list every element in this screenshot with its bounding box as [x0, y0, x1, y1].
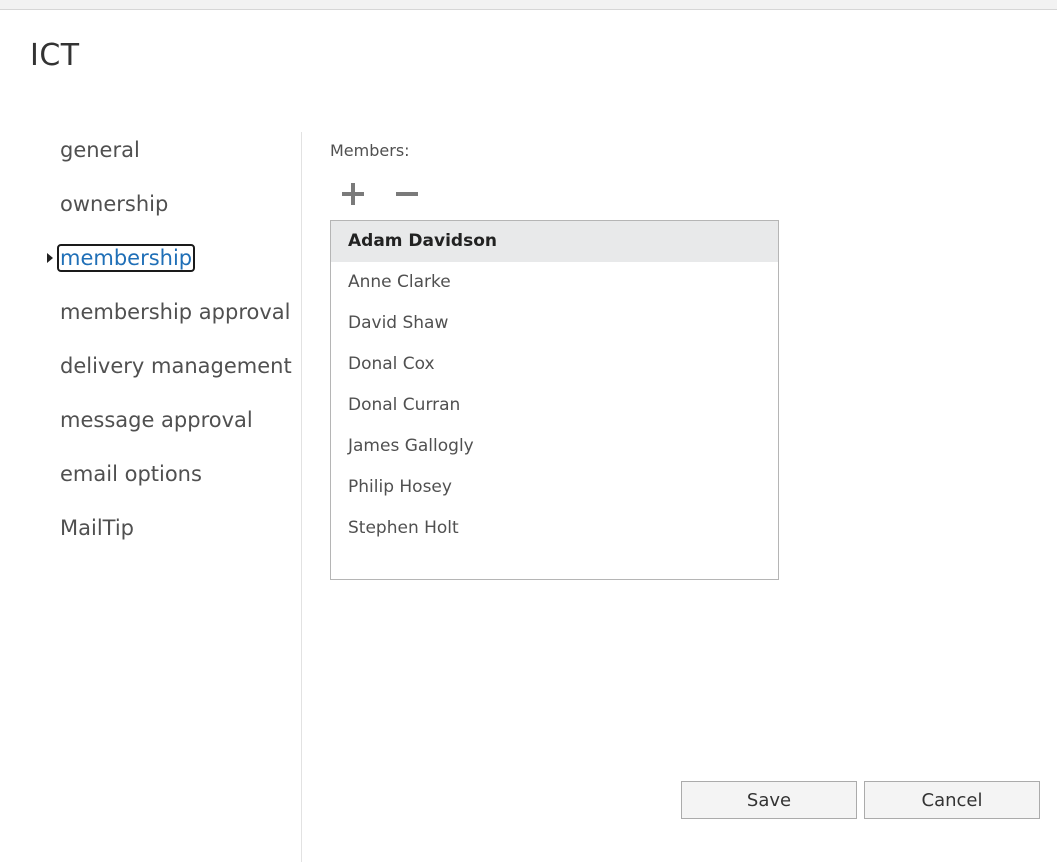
list-item[interactable]: Philip Hosey [331, 467, 778, 508]
plus-icon [342, 183, 364, 205]
minus-icon [396, 192, 418, 196]
nav-item-label: membership [56, 244, 196, 272]
list-item[interactable]: Anne Clarke [331, 262, 778, 303]
nav-item-message-approval[interactable]: message approval [60, 405, 253, 435]
save-button[interactable]: Save [681, 781, 857, 819]
nav-item-label: ownership [60, 192, 169, 216]
nav-item-general[interactable]: general [60, 135, 140, 165]
nav-item-label: delivery management [60, 354, 292, 378]
remove-member-button[interactable] [393, 180, 421, 208]
nav-item-delivery-management[interactable]: delivery management [60, 351, 292, 381]
nav-item-label: message approval [60, 408, 253, 432]
nav-item-label: MailTip [60, 516, 135, 540]
nav-item-label: email options [60, 462, 202, 486]
nav-item-label: general [60, 138, 140, 162]
dialog-title: ICT [30, 38, 80, 73]
nav-item-ownership[interactable]: ownership [60, 189, 168, 219]
list-item[interactable]: Donal Curran [331, 385, 778, 426]
selected-arrow-icon [47, 253, 53, 263]
members-list[interactable]: Adam Davidson Anne Clarke David Shaw Don… [330, 220, 779, 580]
nav-item-membership[interactable]: membership [56, 243, 196, 273]
list-item[interactable]: Donal Cox [331, 344, 778, 385]
list-item[interactable]: Stephen Holt [331, 508, 778, 549]
cancel-button[interactable]: Cancel [864, 781, 1040, 819]
nav-item-membership-approval[interactable]: membership approval [60, 297, 291, 327]
list-item[interactable]: David Shaw [331, 303, 778, 344]
list-item[interactable]: Adam Davidson [331, 221, 778, 262]
window-top-strip [0, 0, 1057, 10]
nav-item-mailtip[interactable]: MailTip [60, 513, 134, 543]
panel-divider [301, 132, 302, 862]
list-item[interactable]: James Gallogly [331, 426, 778, 467]
members-label: Members: [330, 141, 410, 160]
nav-item-label: membership approval [60, 300, 291, 324]
nav-item-email-options[interactable]: email options [60, 459, 202, 489]
add-member-button[interactable] [339, 180, 367, 208]
